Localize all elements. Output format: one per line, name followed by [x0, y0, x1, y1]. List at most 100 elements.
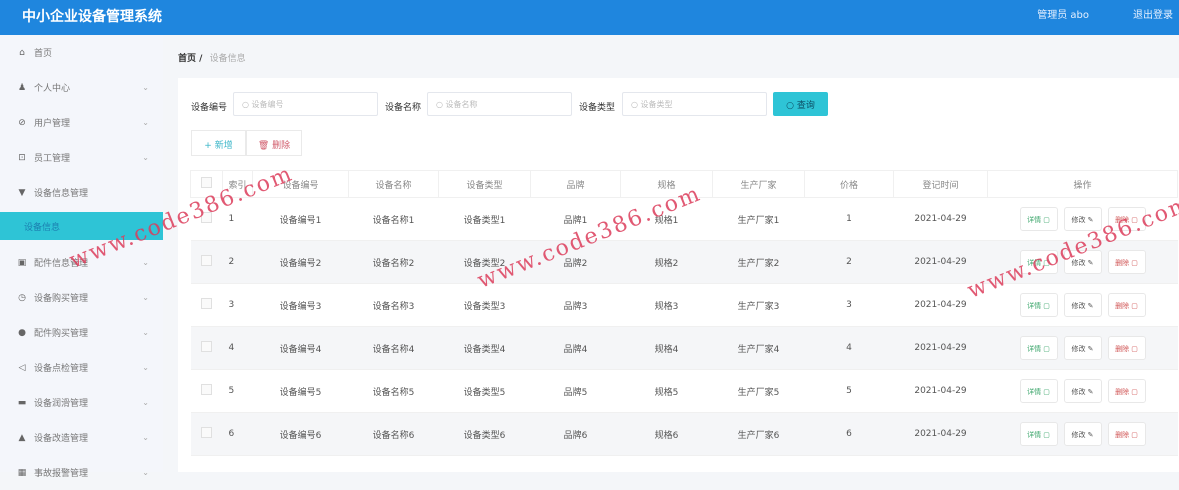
sidebar-item[interactable]: ▬ 设备润滑管理 ⌄ [0, 385, 163, 420]
sidebar-item[interactable]: ⊘ 用户管理 ⌄ [0, 105, 163, 140]
current-user: 管理员 abo [1037, 10, 1089, 21]
breadcrumb-current: 设备信息 [209, 54, 246, 64]
device-name-input[interactable]: ○ 设备名称 [427, 92, 572, 116]
row-checkbox[interactable] [190, 283, 223, 327]
table-cell: 规格2 [620, 240, 713, 284]
table-cell: 设备类型1 [438, 197, 531, 241]
sidebar-item[interactable]: ▦ 事故报警管理 ⌄ [0, 455, 163, 490]
sidebar-item-label: 设备点检管理 [34, 364, 89, 374]
remove-button[interactable]: 删除 ▢ [1107, 422, 1146, 446]
table-row: 5 设备编号5 设备名称5 设备类型5 品牌5 规格5 生产厂家5 5 2021-04-29 详情… [190, 369, 1178, 413]
device-type-label: 设备类型 [579, 103, 616, 113]
table-cell: 设备编号4 [252, 326, 349, 370]
sidebar-item[interactable]: 设备信息 [0, 212, 163, 240]
menu-icon: ▲ [18, 432, 26, 443]
remove-button[interactable]: 删除 ▢ [1107, 207, 1146, 231]
sidebar-item[interactable]: ▼ 设备信息管理 [0, 175, 163, 210]
breadcrumb-separator: / [199, 54, 203, 64]
device-name-placeholder: 设备名称 [445, 100, 478, 109]
device-no-label: 设备编号 [191, 103, 228, 113]
detail-button[interactable]: 详情 ▢ [1019, 379, 1058, 403]
device-type-input[interactable]: ○ 设备类型 [622, 92, 767, 116]
sidebar-item-label: 员工管理 [34, 154, 71, 164]
table-cell: 3 [222, 283, 253, 327]
column-header: 登记时间 [893, 170, 988, 198]
device-type-placeholder: 设备类型 [640, 100, 673, 109]
table-cell: 规格5 [620, 369, 713, 413]
table-cell: 品牌2 [530, 240, 621, 284]
table-cell: 设备名称6 [348, 412, 439, 456]
table-cell: 设备类型2 [438, 240, 531, 284]
table-cell: 1 [804, 197, 894, 241]
detail-button[interactable]: 详情 ▢ [1019, 293, 1058, 317]
menu-icon: ▣ [17, 257, 27, 268]
column-header: 设备编号 [252, 170, 349, 198]
sidebar-item[interactable]: ▣ 配件信息管理 ⌄ [0, 245, 163, 280]
device-no-input[interactable]: ○ 设备编号 [233, 92, 378, 116]
table-cell: 1 [222, 197, 253, 241]
delete-button[interactable]: 🗑 删除 [246, 130, 302, 156]
sidebar-item[interactable]: ⊡ 员工管理 ⌄ [0, 140, 163, 175]
detail-button[interactable]: 详情 ▢ [1019, 250, 1058, 274]
device-no-placeholder: 设备编号 [251, 100, 284, 109]
table-cell: 5 [222, 369, 253, 413]
breadcrumb: 首页 / 设备信息 [178, 51, 246, 64]
column-header: 操作 [987, 170, 1178, 198]
row-checkbox[interactable] [190, 240, 223, 284]
menu-icon: ▼ [18, 187, 26, 198]
table-cell: 2021-04-29 [893, 240, 988, 284]
remove-button[interactable]: 删除 ▢ [1107, 336, 1146, 360]
table-cell: 6 [804, 412, 894, 456]
table-cell: 规格4 [620, 326, 713, 370]
sidebar-item[interactable]: ♟ 个人中心 ⌄ [0, 70, 163, 105]
sidebar-item[interactable]: ◁ 设备点检管理 ⌄ [0, 350, 163, 385]
table-cell: 规格3 [620, 283, 713, 327]
sidebar: ⌂ 首页 ♟ 个人中心 ⌄ ⊘ 用户管理 ⌄ ⊡ 员工管理 ⌄ ▼ 设备信息管理 设备信息 ▣ 配件信息管理 ⌄… [0, 35, 163, 479]
table-cell: 规格1 [620, 197, 713, 241]
row-checkbox[interactable] [190, 412, 223, 456]
edit-button[interactable]: 修改 ✎ [1063, 336, 1102, 360]
breadcrumb-home[interactable]: 首页 [178, 54, 196, 64]
sidebar-item[interactable]: ▲ 设备改造管理 ⌄ [0, 420, 163, 455]
row-checkbox[interactable] [190, 326, 223, 370]
menu-icon: ◷ [18, 292, 26, 303]
logout-link[interactable]: 退出登录 [1133, 6, 1173, 21]
sidebar-item[interactable]: ● 配件购买管理 ⌄ [0, 315, 163, 350]
edit-button[interactable]: 修改 ✎ [1063, 207, 1102, 231]
sidebar-item-label: 配件信息管理 [34, 259, 89, 269]
table-cell: 2 [804, 240, 894, 284]
sidebar-item-label: 事故报警管理 [34, 469, 89, 479]
edit-button[interactable]: 修改 ✎ [1063, 379, 1102, 403]
table-cell: 4 [804, 326, 894, 370]
add-button[interactable]: + 新增 [191, 130, 246, 156]
edit-button[interactable]: 修改 ✎ [1063, 422, 1102, 446]
table-cell: 2021-04-29 [893, 283, 988, 327]
table-cell: 设备名称4 [348, 326, 439, 370]
table-cell: 设备编号1 [252, 197, 349, 241]
detail-button[interactable]: 详情 ▢ [1019, 207, 1058, 231]
chevron-down-icon: ⌄ [142, 258, 149, 267]
sidebar-item-label: 首页 [34, 49, 53, 59]
column-header: 索引 [222, 170, 253, 198]
sidebar-item[interactable]: ⌂ 首页 [0, 35, 163, 70]
row-actions: 详情 ▢ 修改 ✎ 删除 ▢ [987, 412, 1178, 456]
row-actions: 详情 ▢ 修改 ✎ 删除 ▢ [987, 326, 1178, 370]
table-cell: 设备名称1 [348, 197, 439, 241]
edit-button[interactable]: 修改 ✎ [1063, 293, 1102, 317]
app-title: 中小企业设备管理系统 [22, 9, 162, 25]
remove-button[interactable]: 删除 ▢ [1107, 250, 1146, 274]
remove-button[interactable]: 删除 ▢ [1107, 293, 1146, 317]
remove-button[interactable]: 删除 ▢ [1107, 379, 1146, 403]
edit-button[interactable]: 修改 ✎ [1063, 250, 1102, 274]
row-checkbox[interactable] [190, 197, 223, 241]
row-checkbox[interactable] [190, 369, 223, 413]
query-button[interactable]: ○ 查询 [773, 92, 828, 116]
select-all-checkbox[interactable] [190, 170, 223, 198]
detail-button[interactable]: 详情 ▢ [1019, 422, 1058, 446]
sidebar-item[interactable]: ◷ 设备购买管理 ⌄ [0, 280, 163, 315]
sidebar-item-label: 配件购买管理 [34, 329, 89, 339]
detail-button[interactable]: 详情 ▢ [1019, 336, 1058, 360]
table-cell: 规格6 [620, 412, 713, 456]
table-row: 1 设备编号1 设备名称1 设备类型1 品牌1 规格1 生产厂家1 1 2021-04-29 详情… [190, 197, 1178, 241]
menu-icon: ⌂ [19, 47, 25, 58]
